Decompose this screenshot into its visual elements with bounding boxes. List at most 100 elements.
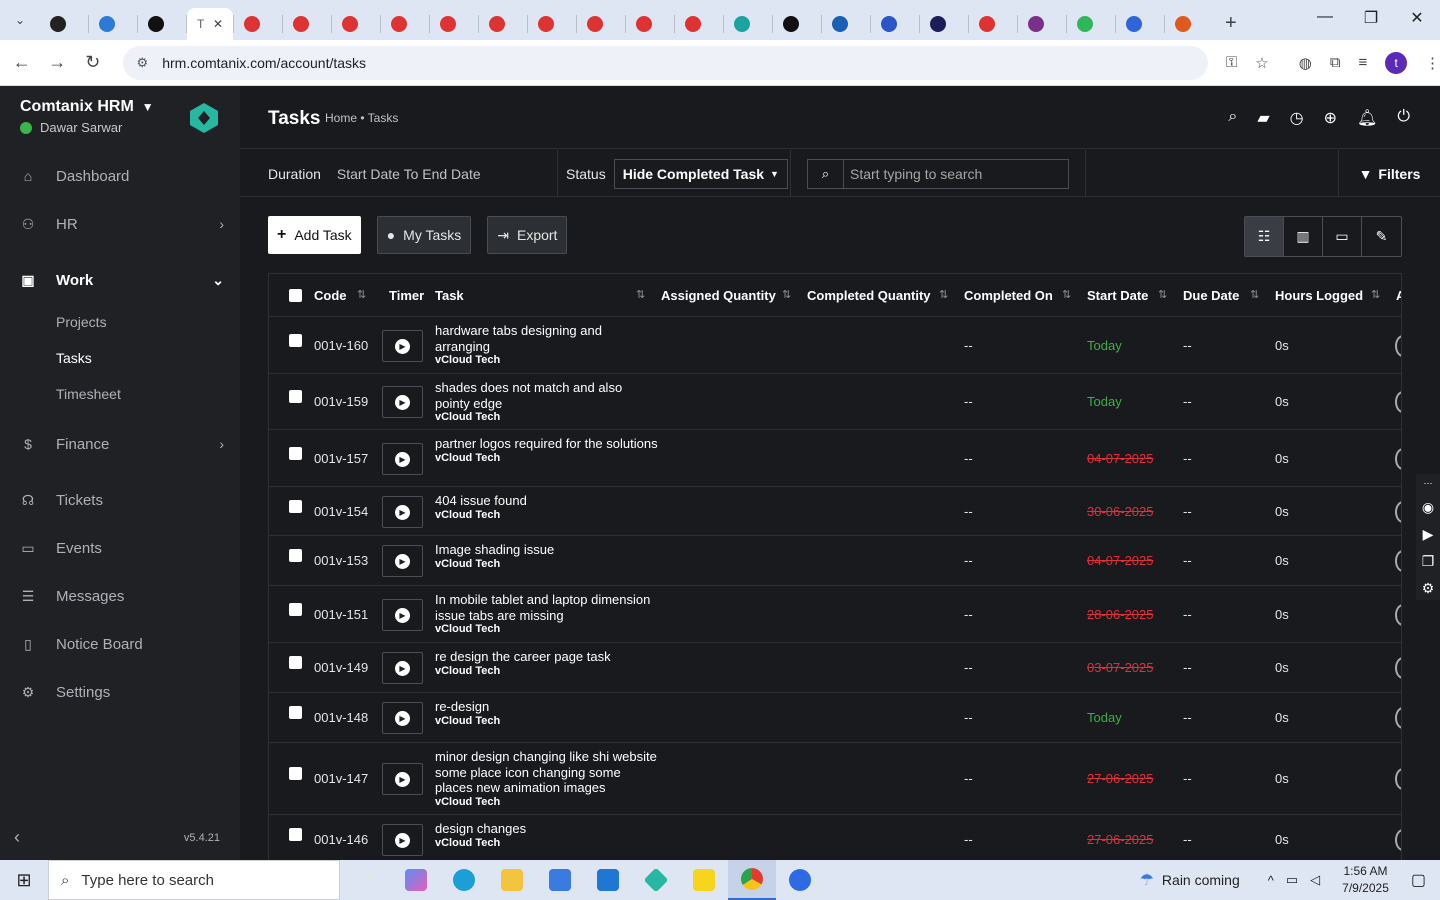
row-checkbox[interactable] (289, 828, 302, 841)
sidebar-subitem-timesheet[interactable]: Timesheet (0, 376, 240, 412)
brand-switcher[interactable]: Comtanix HRM ▼ (20, 98, 154, 116)
table-row[interactable]: 001v-147 ▶ minor design changing like shi … (269, 743, 1401, 815)
gear-icon[interactable]: ⚙ (1422, 580, 1435, 597)
browser-tab[interactable] (1018, 8, 1066, 40)
new-tab-button[interactable]: + (1225, 12, 1237, 35)
task-name-cell[interactable]: design changes vCloud Tech (435, 821, 660, 850)
network-icon[interactable]: ▭ (1286, 872, 1298, 888)
row-checkbox[interactable] (289, 390, 302, 403)
sort-icon[interactable]: ⇅ (1062, 288, 1071, 301)
start-timer-button[interactable]: ▶ (382, 702, 423, 734)
app-logo-taskbar-icon[interactable] (632, 860, 680, 900)
breadcrumb[interactable]: Home • Tasks (325, 111, 398, 125)
column-task[interactable]: Task (435, 274, 464, 317)
browser-tab[interactable] (822, 8, 870, 40)
row-action-icon[interactable] (1395, 550, 1401, 572)
row-action-icon[interactable] (1395, 657, 1401, 679)
browser-tab[interactable] (138, 8, 186, 40)
duration-filter[interactable]: Duration Start Date To End Date (240, 150, 558, 197)
table-row[interactable]: 001v-159 ▶ shades does not match and also … (269, 374, 1401, 430)
browser-tab[interactable] (528, 8, 576, 40)
task-name-cell[interactable]: 404 issue found vCloud Tech (435, 493, 660, 522)
sidebar-item-hr[interactable]: ⚇ HR › (0, 200, 240, 248)
table-row[interactable]: 001v-146 ▶ design changes vCloud Tech -- 27-0… (269, 815, 1401, 860)
start-timer-button[interactable]: ▶ (382, 599, 423, 631)
forward-icon[interactable]: → (40, 52, 76, 73)
row-action-icon[interactable] (1395, 391, 1401, 413)
table-row[interactable]: 001v-148 ▶ re-design vCloud Tech -- Today -- 0s (269, 693, 1401, 743)
task-code[interactable]: 001v-154 (314, 504, 368, 519)
sidebar-item-finance[interactable]: $ Finance › (0, 420, 240, 468)
browser-tab[interactable] (773, 8, 821, 40)
column-due-date[interactable]: Due Date (1183, 274, 1239, 317)
calendar-view-icon[interactable]: ▭ (1323, 217, 1362, 256)
status-select[interactable]: Hide Completed Task ▼ (613, 158, 788, 189)
row-action-icon[interactable] (1395, 829, 1401, 851)
pin-icon[interactable]: ✎ (1362, 217, 1401, 256)
browser-tab[interactable] (626, 8, 674, 40)
board-view-icon[interactable]: ▥ (1284, 217, 1323, 256)
start-timer-button[interactable]: ▶ (382, 443, 423, 475)
browser-tab[interactable] (283, 8, 331, 40)
browser-tab[interactable] (89, 8, 137, 40)
add-circle-icon[interactable]: ⊕ (1324, 108, 1337, 128)
collapse-sidebar-icon[interactable]: ‹ (14, 827, 20, 848)
column-assigned-quantity[interactable]: Assigned Quantity (661, 274, 776, 317)
copy-icon[interactable]: ❐ (1422, 553, 1435, 570)
select-all-checkbox[interactable] (289, 274, 302, 317)
task-code[interactable]: 001v-147 (314, 771, 368, 786)
row-action-icon[interactable] (1395, 604, 1401, 626)
row-action-icon[interactable] (1395, 768, 1401, 790)
browser-tab[interactable] (381, 8, 429, 40)
task-name-cell[interactable]: re design the career page task vCloud Tec… (435, 649, 660, 678)
row-action-icon[interactable] (1395, 448, 1401, 470)
search-icon[interactable]: ⌕ (1228, 108, 1237, 128)
sidebar-item-dashboard[interactable]: ⌂ Dashboard (0, 152, 240, 200)
close-window-button[interactable]: ✕ (1394, 8, 1440, 28)
task-view-icon[interactable]: ⧉ (344, 860, 392, 900)
row-checkbox[interactable] (289, 706, 302, 719)
sort-icon[interactable]: ⇅ (1250, 288, 1259, 301)
more-icon[interactable]: ⋯ (1424, 478, 1433, 489)
task-code[interactable]: 001v-153 (314, 553, 368, 568)
export-button[interactable]: ⇥ Export (487, 216, 568, 254)
sidebar-item-work[interactable]: ▣ Work ⌄ (0, 256, 240, 304)
filters-button[interactable]: ▼ Filters (1338, 150, 1440, 197)
my-tasks-button[interactable]: ● My Tasks (376, 216, 472, 254)
row-checkbox[interactable] (289, 656, 302, 669)
browser-tab[interactable] (871, 8, 919, 40)
table-row[interactable]: 001v-157 ▶ partner logos required for the … (269, 430, 1401, 487)
video-icon[interactable]: ▶ (1423, 526, 1434, 543)
browser-tab[interactable] (969, 8, 1017, 40)
task-code[interactable]: 001v-151 (314, 607, 368, 622)
minimize-button[interactable]: — (1302, 8, 1348, 26)
table-row[interactable]: 001v-153 ▶ Image shading issue vCloud Tech -… (269, 536, 1401, 586)
weather-widget[interactable]: ☂ Rain coming (1140, 870, 1240, 890)
browser-tab[interactable] (1067, 8, 1115, 40)
camera-icon[interactable]: ◉ (1422, 499, 1434, 516)
row-checkbox[interactable] (289, 603, 302, 616)
task-code[interactable]: 001v-159 (314, 394, 368, 409)
task-name-cell[interactable]: re-design vCloud Tech (435, 699, 660, 728)
notifications-icon[interactable]: ▢ (1411, 870, 1426, 890)
row-checkbox[interactable] (289, 500, 302, 513)
task-name-cell[interactable]: Image shading issue vCloud Tech (435, 542, 660, 571)
browser-tab[interactable] (40, 8, 88, 40)
sort-icon[interactable]: ⇅ (1371, 288, 1380, 301)
table-row[interactable]: 001v-160 ▶ hardware tabs designing and arr… (269, 317, 1401, 374)
sort-icon[interactable]: ⇅ (357, 288, 366, 301)
start-timer-button[interactable]: ▶ (382, 824, 423, 856)
tab-search-icon[interactable]: ⌄ (0, 13, 40, 27)
task-code[interactable]: 001v-157 (314, 451, 368, 466)
clock[interactable]: 1:56 AM 7/9/2025 (1342, 863, 1389, 897)
column-hours-logged[interactable]: Hours Logged (1275, 274, 1363, 317)
table-row[interactable]: 001v-154 ▶ 404 issue found vCloud Tech -- 30-… (269, 487, 1401, 536)
table-row[interactable]: 001v-149 ▶ re design the career page task v… (269, 643, 1401, 693)
volume-icon[interactable]: ◁ (1310, 872, 1320, 888)
sidebar-subitem-projects[interactable]: Projects (0, 304, 240, 340)
column-start-date[interactable]: Start Date (1087, 274, 1148, 317)
browser-tab[interactable] (479, 8, 527, 40)
clock-icon[interactable]: ◷ (1290, 108, 1304, 128)
search-input[interactable] (844, 165, 1064, 182)
task-code[interactable]: 001v-149 (314, 660, 368, 675)
